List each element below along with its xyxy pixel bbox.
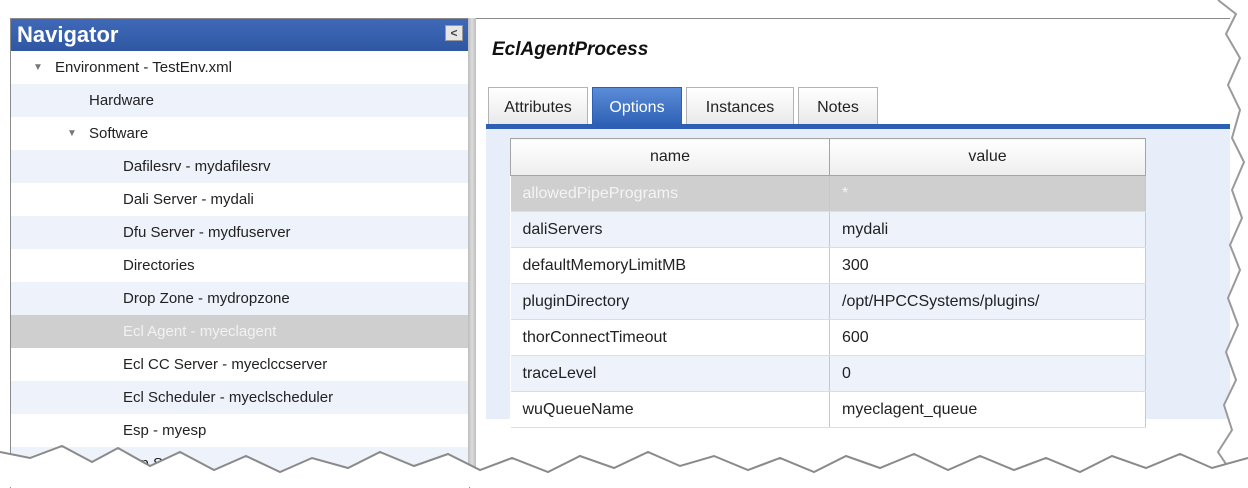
cell-name[interactable]: wuQueueName: [510, 391, 830, 428]
table-row[interactable]: defaultMemoryLimitMB 300: [510, 247, 1146, 284]
cell-value[interactable]: *: [829, 175, 1146, 212]
table-row[interactable]: daliServers mydali: [510, 211, 1146, 248]
chevron-left-icon: <: [450, 26, 458, 40]
tree-item-label: Drop Zone - mydropzone: [123, 290, 290, 307]
tree-item-ecl-scheduler[interactable]: Ecl Scheduler - myeclscheduler: [11, 381, 469, 414]
column-header-value[interactable]: value: [829, 138, 1146, 176]
cell-value[interactable]: mydali: [829, 211, 1146, 248]
tree-item-dfu-server[interactable]: Dfu Server - mydfuserver: [11, 216, 469, 249]
table-row[interactable]: pluginDirectory /opt/HPCCSystems/plugins…: [510, 283, 1146, 320]
cell-name[interactable]: pluginDirectory: [510, 283, 830, 320]
collapse-navigator-button[interactable]: <: [445, 25, 463, 41]
grid-header-row: name value: [510, 138, 1146, 176]
environment-window: Navigator < ▼ Environment - TestEnv.xml …: [0, 8, 1230, 488]
table-row[interactable]: traceLevel 0: [510, 355, 1146, 392]
navigator-header: Navigator <: [11, 19, 469, 51]
navigator-tree: ▼ Environment - TestEnv.xml Hardware ▼ S…: [11, 51, 469, 480]
cell-name[interactable]: defaultMemoryLimitMB: [510, 247, 830, 284]
tree-item-software[interactable]: ▼ Software: [11, 117, 469, 150]
tree-item-label: Ecl Agent - myeclagent: [123, 323, 277, 340]
tree-item-environment[interactable]: ▼ Environment - TestEnv.xml: [11, 51, 469, 84]
tab-instances[interactable]: Instances: [686, 87, 794, 126]
tree-item-esp-service[interactable]: Esp S: [11, 447, 469, 480]
tree-item-ecl-agent[interactable]: Ecl Agent - myeclagent: [11, 315, 469, 348]
tree-item-dafilesrv[interactable]: Dafilesrv - mydafilesrv: [11, 150, 469, 183]
tree-item-dali-server[interactable]: Dali Server - mydali: [11, 183, 469, 216]
navigator-panel: Navigator < ▼ Environment - TestEnv.xml …: [10, 18, 470, 488]
tree-item-label: Ecl Scheduler - myeclscheduler: [123, 389, 334, 406]
cell-name[interactable]: traceLevel: [510, 355, 830, 392]
tree-item-label: Dali Server - mydali: [123, 191, 254, 208]
cell-value[interactable]: 600: [829, 319, 1146, 356]
cell-name[interactable]: allowedPipePrograms: [510, 175, 830, 212]
column-header-name[interactable]: name: [510, 138, 830, 176]
tree-item-label: Dafilesrv - mydafilesrv: [123, 158, 271, 175]
table-row[interactable]: wuQueueName myeclagent_queue: [510, 391, 1146, 428]
expand-triangle-icon[interactable]: ▼: [67, 117, 77, 150]
tree-item-ecl-cc-server[interactable]: Ecl CC Server - myeclccserver: [11, 348, 469, 381]
tree-item-esp[interactable]: Esp - myesp: [11, 414, 469, 447]
expand-triangle-icon[interactable]: ▼: [33, 51, 43, 84]
splitter-handle[interactable]: [468, 18, 476, 487]
cell-name[interactable]: daliServers: [510, 211, 830, 248]
tree-item-label: Environment - TestEnv.xml: [55, 59, 233, 76]
tree-item-label: Dfu Server - mydfuserver: [123, 224, 291, 241]
cell-value[interactable]: 0: [829, 355, 1146, 392]
details-panel: EclAgentProcess Attributes Options Insta…: [476, 18, 1230, 488]
cell-name[interactable]: thorConnectTimeout: [510, 319, 830, 356]
tree-item-label: Software: [89, 125, 149, 142]
tree-item-label: Esp - myesp: [123, 422, 207, 439]
tree-item-drop-zone[interactable]: Drop Zone - mydropzone: [11, 282, 469, 315]
cell-value[interactable]: /opt/HPCCSystems/plugins/: [829, 283, 1146, 320]
tree-item-label: Esp S: [123, 455, 164, 472]
cell-value[interactable]: myeclagent_queue: [829, 391, 1146, 428]
table-row[interactable]: thorConnectTimeout 600: [510, 319, 1146, 356]
tree-item-label: Directories: [123, 257, 195, 274]
tab-options[interactable]: Options: [592, 87, 682, 126]
tree-item-directories[interactable]: Directories: [11, 249, 469, 282]
table-row[interactable]: allowedPipePrograms *: [510, 175, 1146, 212]
options-content: name value allowedPipePrograms * daliSer…: [486, 129, 1230, 428]
tree-item-label: Hardware: [89, 92, 155, 109]
navigator-title: Navigator: [17, 22, 119, 47]
cell-value[interactable]: 300: [829, 247, 1146, 284]
page-title: EclAgentProcess: [492, 39, 649, 60]
tab-notes[interactable]: Notes: [798, 87, 878, 126]
tree-item-label: Ecl CC Server - myeclccserver: [123, 356, 328, 373]
options-grid: name value allowedPipePrograms * daliSer…: [510, 138, 1146, 428]
tree-item-hardware[interactable]: Hardware: [11, 84, 469, 117]
tab-attributes[interactable]: Attributes: [488, 87, 588, 126]
